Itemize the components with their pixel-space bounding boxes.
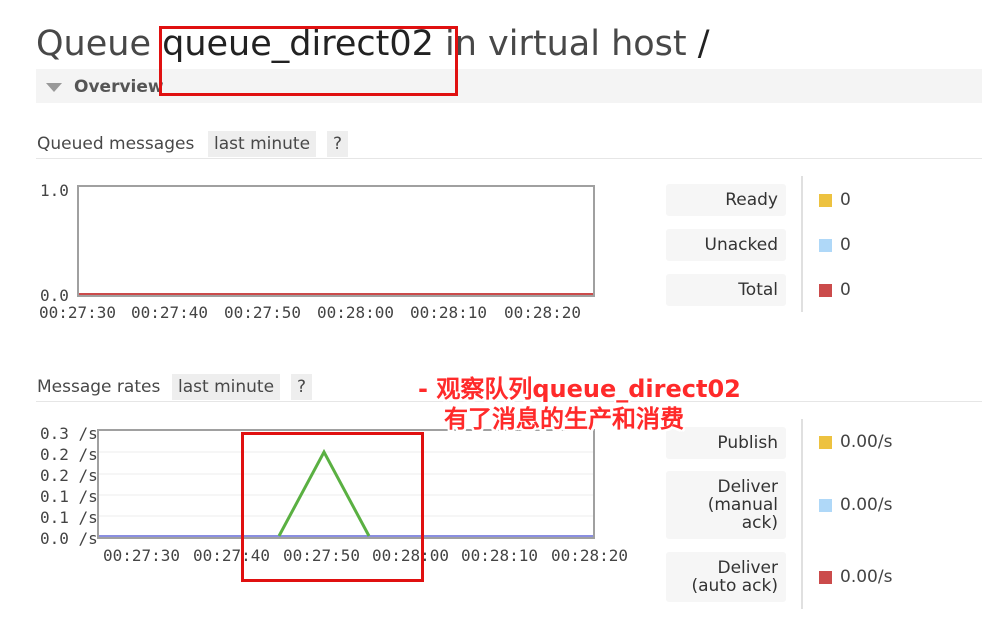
x-tick-label: 00:27:30 xyxy=(39,303,117,322)
rates-range-button[interactable]: last minute xyxy=(172,374,281,400)
chart-frame xyxy=(77,185,595,297)
unacked-swatch xyxy=(819,239,832,252)
legend-deliver-manual: Deliver (manual ack) xyxy=(666,471,786,539)
deliver-manual-line3: ack) xyxy=(741,513,778,533)
ready-swatch xyxy=(819,194,832,207)
legend-publish-label: Publish xyxy=(666,427,786,459)
legend-divider xyxy=(801,419,803,609)
vhost-name: / xyxy=(697,24,710,64)
x-tick-label: 00:28:10 xyxy=(461,546,539,565)
overview-label[interactable]: Overview xyxy=(74,77,164,97)
total-value: 0 xyxy=(840,280,851,300)
legend-unacked-label: Unacked xyxy=(666,229,786,261)
annotation-line2: 有了消息的生产和消费 xyxy=(444,405,684,433)
x-tick-label: 00:28:20 xyxy=(504,303,582,322)
queued-help-button[interactable]: ? xyxy=(327,131,349,157)
title-prefix: Queue xyxy=(36,24,151,64)
ready-value: 0 xyxy=(840,190,851,210)
y-tick-label: 0.1 /s xyxy=(40,508,98,527)
queued-range-button[interactable]: last minute xyxy=(208,131,317,157)
rates-help-button[interactable]: ? xyxy=(291,374,313,400)
collapse-triangle-icon[interactable] xyxy=(46,83,62,92)
y-tick-label: 0.1 /s xyxy=(40,487,98,506)
unacked-value: 0 xyxy=(840,235,851,255)
x-tick-label: 00:28:10 xyxy=(410,303,488,322)
title-middle: in virtual host xyxy=(445,24,687,64)
y-tick-label: 0.3 /s xyxy=(40,424,98,443)
x-tick-label: 00:27:40 xyxy=(131,303,209,322)
section-divider xyxy=(36,158,982,159)
y-tick-label: 0.0 /s xyxy=(40,529,98,548)
deliver-auto-swatch xyxy=(819,571,832,584)
deliver-manual-rate-value: 0.00/s xyxy=(840,495,893,515)
x-tick-label: 00:28:00 xyxy=(317,303,395,322)
x-tick-label: 00:28:20 xyxy=(551,546,629,565)
highlight-box-queue-name xyxy=(159,26,458,96)
deliver-manual-swatch xyxy=(819,499,832,512)
total-swatch xyxy=(819,284,832,297)
publish-swatch xyxy=(819,436,832,449)
y-tick-label: 0.2 /s xyxy=(40,445,98,464)
legend-divider xyxy=(801,176,803,312)
deliver-manual-line1: Deliver xyxy=(717,477,778,497)
x-tick-label: 00:27:30 xyxy=(103,546,181,565)
deliver-auto-line1: Deliver xyxy=(717,558,778,578)
x-tick-label: 00:27:50 xyxy=(224,303,302,322)
queued-messages-label: Queued messages xyxy=(37,134,195,154)
legend-deliver-auto: Deliver (auto ack) xyxy=(666,552,786,602)
queued-messages-chart xyxy=(77,185,595,297)
deliver-auto-rate-value: 0.00/s xyxy=(840,567,893,587)
y-tick-label: 1.0 xyxy=(40,181,69,200)
deliver-auto-line2: (auto ack) xyxy=(691,576,778,596)
message-rates-label: Message rates xyxy=(37,377,161,397)
publish-rate-value: 0.00/s xyxy=(840,432,893,452)
deliver-manual-line2: (manual xyxy=(707,495,778,515)
highlight-box-rate-spike xyxy=(241,432,424,582)
legend-total-label: Total xyxy=(666,274,786,306)
y-tick-label: 0.2 /s xyxy=(40,466,98,485)
legend-ready-label: Ready xyxy=(666,184,786,216)
